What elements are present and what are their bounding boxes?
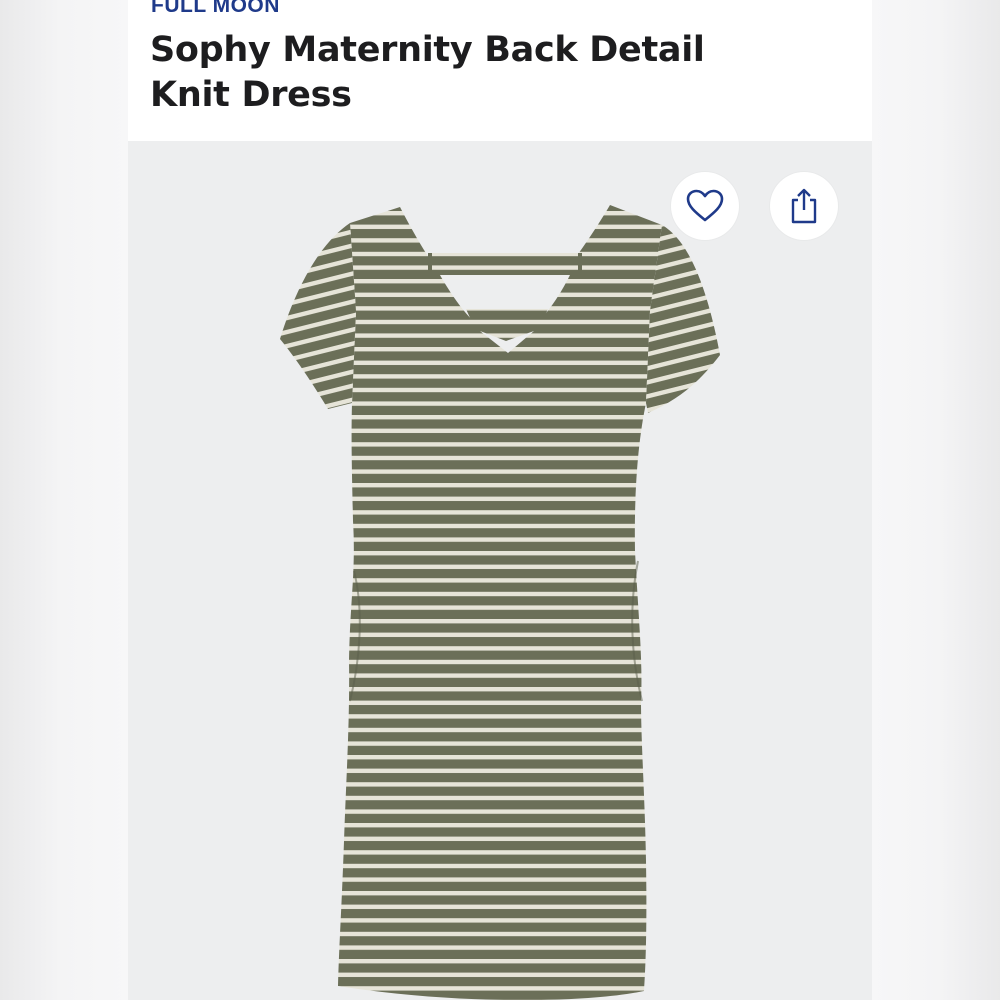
share-up-arrow-icon	[791, 188, 817, 224]
product-image-gallery[interactable]	[128, 141, 872, 1000]
share-button[interactable]	[770, 172, 838, 240]
dress-left-sleeve	[280, 223, 356, 409]
product-image	[280, 205, 720, 1000]
product-header: FULL MOON Sophy Maternity Back Detail Kn…	[128, 0, 872, 141]
heart-outline-icon	[686, 189, 724, 222]
product-screen: FULL MOON Sophy Maternity Back Detail Kn…	[128, 0, 872, 1000]
favorite-button[interactable]	[671, 172, 739, 240]
brand-name[interactable]: FULL MOON	[151, 0, 280, 18]
back-strap	[430, 253, 582, 275]
product-title: Sophy Maternity Back Detail Knit Dress	[150, 30, 705, 115]
